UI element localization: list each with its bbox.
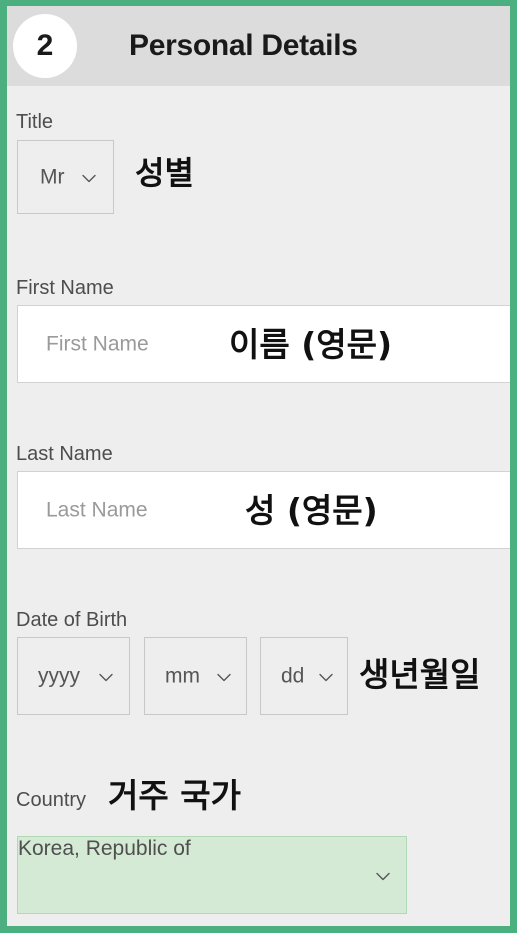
annotation-first-name: 이름 (영문) [229,325,393,364]
country-select[interactable]: Korea, Republic of [17,836,407,914]
annotation-country: 거주 국가 [108,776,241,815]
dob-day-select[interactable]: dd [260,637,348,715]
dob-month-value: mm [165,664,200,688]
step-number-text: 2 [36,29,54,62]
dob-month-select[interactable]: mm [144,637,247,715]
label-first-name: First Name [16,277,114,299]
dob-day-value: dd [281,664,305,688]
title-select[interactable]: Mr [17,140,114,214]
chevron-down-icon [217,673,231,682]
last-name-placeholder: Last Name [46,498,148,522]
chevron-down-icon [376,872,390,881]
annotation-last-name: 성 (영문) [245,491,378,530]
first-name-placeholder: First Name [46,332,149,356]
chevron-down-icon [319,673,333,682]
form-body: Title Mr 성별 First Name First Name 이름 (영문… [7,86,510,926]
title-select-value: Mr [40,165,65,189]
annotation-title: 성별 [135,154,194,192]
label-date-of-birth: Date of Birth [16,609,128,631]
label-country: Country [16,789,87,811]
annotation-date-of-birth: 생년월일 [359,655,481,694]
form-step-header: 2 Personal Details [7,6,510,86]
label-last-name: Last Name [16,443,113,465]
step-number-badge: 2 [13,14,77,78]
page-title: Personal Details [129,29,358,62]
country-select-value: Korea, Republic of [18,837,191,860]
label-title: Title [16,111,54,133]
dob-year-value: yyyy [38,664,80,688]
chevron-down-icon [82,174,96,183]
dob-year-select[interactable]: yyyy [17,637,130,715]
chevron-down-icon [99,673,113,682]
personal-details-form-window: 2 Personal Details Title Mr 성별 First Nam… [0,0,517,933]
